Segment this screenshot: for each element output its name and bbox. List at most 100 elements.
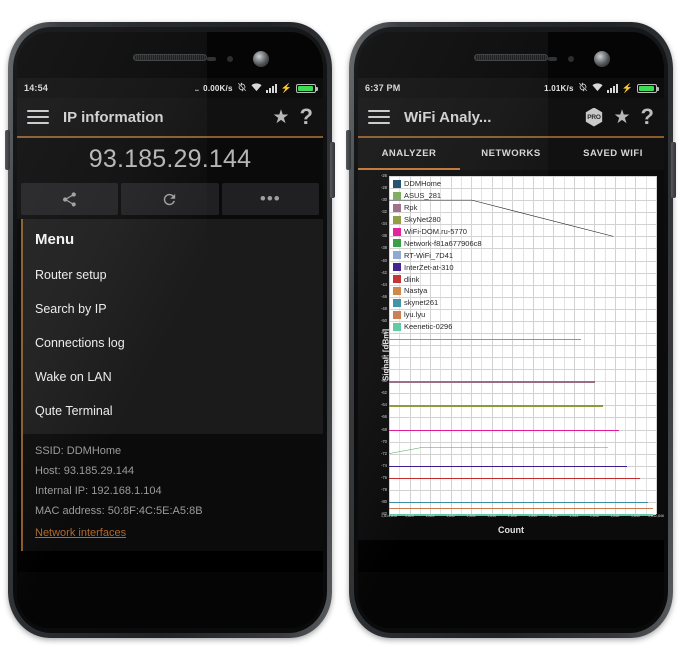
- legend-item[interactable]: skynet261: [393, 297, 482, 309]
- question-mark-icon[interactable]: ?: [300, 106, 313, 128]
- legend-item[interactable]: ASUS_281: [393, 190, 482, 202]
- left-status-bar: 14:54 ... 0.00K/s ⚡: [17, 78, 323, 98]
- series-line: [389, 448, 608, 454]
- star-icon[interactable]: ★: [273, 108, 290, 127]
- question-mark-icon[interactable]: ?: [641, 106, 654, 128]
- tab-analyzer[interactable]: ANALYZER: [358, 138, 460, 170]
- y-tick-label: -78: [380, 486, 387, 492]
- hamburger-menu-icon[interactable]: [368, 110, 390, 124]
- menu-item-connections-log[interactable]: Connections log: [23, 326, 323, 360]
- refresh-button[interactable]: [121, 183, 219, 215]
- legend-color-swatch: [393, 251, 401, 260]
- y-tick-label: -46: [380, 293, 387, 299]
- legend-item[interactable]: Rpk: [393, 202, 482, 214]
- right-phone-device: 6:37 PM 1.01K/s ⚡ WiFi Analy... PRO ★ ? …: [346, 22, 676, 638]
- legend-label: SkyNet280: [404, 215, 441, 225]
- y-tick-label: -64: [380, 402, 387, 408]
- menu-item-search-by-ip[interactable]: Search by IP: [23, 292, 323, 326]
- network-rate-label: 0.00K/s: [203, 83, 233, 93]
- y-tick-label: -42: [380, 269, 387, 275]
- x-tick-label: 1,842,846: [648, 514, 664, 518]
- y-tick-label: -68: [380, 426, 387, 432]
- pro-badge-icon[interactable]: PRO: [585, 107, 604, 127]
- legend-label: Rpk: [404, 203, 418, 213]
- charging-bolt-icon: ⚡: [280, 82, 292, 93]
- legend-item[interactable]: InterZet-at-310: [393, 261, 482, 273]
- legend-label: lyu.lyu: [404, 310, 426, 320]
- y-tick-label: -70: [380, 438, 387, 444]
- y-tick-label: -32: [380, 209, 387, 215]
- legend-item[interactable]: RT-WiFi_7D41: [393, 249, 482, 261]
- info-mac-address: MAC address: 50:8F:4C:5E:A5:8B: [35, 505, 203, 517]
- volume-button[interactable]: [5, 130, 10, 170]
- left-screen-content: 14:54 ... 0.00K/s ⚡ IP information ★ ? 9…: [17, 78, 323, 572]
- share-button[interactable]: [21, 183, 119, 215]
- y-tick-label: -38: [380, 245, 387, 251]
- legend-label: Nastya: [404, 286, 428, 296]
- x-tick-label: 1,842: [548, 514, 558, 518]
- x-tick-label: 1,840: [528, 514, 538, 518]
- screenshot-canvas: 14:54 ... 0.00K/s ⚡ IP information ★ ? 9…: [0, 0, 682, 664]
- battery-icon: [637, 83, 659, 93]
- y-tick-label: -54: [380, 341, 387, 347]
- legend-item[interactable]: dlink: [393, 273, 482, 285]
- sync-disabled-icon: [237, 82, 247, 94]
- x-tick-label: 1,844: [569, 514, 579, 518]
- star-icon[interactable]: ★: [614, 108, 631, 127]
- left-phone-device: 14:54 ... 0.00K/s ⚡ IP information ★ ? 9…: [5, 22, 335, 638]
- chart-legend: DDMHome ASUS_281 Rpk SkyNet280 WiFi-DOM.ru-5…: [393, 178, 482, 333]
- more-button[interactable]: •••: [221, 183, 319, 215]
- legend-item[interactable]: Keenetic-0296: [393, 321, 482, 333]
- power-button[interactable]: [330, 142, 335, 198]
- chart-plot-area: DDMHome ASUS_281 Rpk SkyNet280 WiFi-DOM.ru-5…: [381, 173, 664, 517]
- menu-heading: Menu: [35, 231, 75, 248]
- right-action-bar: WiFi Analy... PRO ★ ?: [358, 98, 664, 138]
- x-tick-label: 1,836: [487, 514, 497, 518]
- y-tick-label: -40: [380, 257, 387, 263]
- legend-color-swatch: [393, 298, 401, 307]
- legend-label: Keenetic-0296: [404, 322, 453, 332]
- y-tick-label: -26: [380, 172, 387, 178]
- power-button[interactable]: [671, 142, 676, 198]
- wifi-icon: [251, 82, 262, 94]
- right-screen-content: 6:37 PM 1.01K/s ⚡ WiFi Analy... PRO ★ ? …: [358, 78, 664, 572]
- pro-badge-label: PRO: [585, 107, 603, 127]
- tab-saved-wifi[interactable]: SAVED WIFI: [562, 138, 664, 170]
- info-host: Host: 93.185.29.144: [35, 465, 135, 477]
- tab-networks[interactable]: NETWORKS: [460, 138, 562, 170]
- y-tick-label: -36: [380, 233, 387, 239]
- menu-item-router-setup[interactable]: Router setup: [23, 258, 323, 292]
- info-ssid: SSID: DDMHome: [35, 445, 122, 457]
- menu-item-wake-on-lan[interactable]: Wake on LAN: [23, 360, 323, 394]
- x-tick-label: 1,848: [610, 514, 620, 518]
- menu-item-qute-terminal[interactable]: Qute Terminal: [23, 394, 323, 428]
- legend-label: skynet261: [404, 298, 439, 308]
- signal-bars-icon: [606, 83, 618, 93]
- legend-item[interactable]: SkyNet280: [393, 214, 482, 226]
- legend-color-swatch: [393, 227, 401, 236]
- legend-item[interactable]: Nastya: [393, 285, 482, 297]
- y-tick-label: -30: [380, 197, 387, 203]
- wifi-icon: [592, 82, 603, 94]
- legend-color-swatch: [393, 215, 401, 224]
- phone-screen-glass: 6:37 PM 1.01K/s ⚡ WiFi Analy... PRO ★ ? …: [358, 32, 664, 628]
- network-interfaces-link[interactable]: Network interfaces: [35, 521, 126, 539]
- legend-item[interactable]: lyu.lyu: [393, 309, 482, 321]
- legend-color-swatch: [393, 203, 401, 212]
- legend-item[interactable]: DDMHome: [393, 178, 482, 190]
- legend-label: InterZet-at-310: [404, 262, 454, 272]
- y-tick-label: -50: [380, 317, 387, 323]
- legend-item[interactable]: WiFi-DOM.ru-5770: [393, 226, 482, 238]
- y-tick-label: -74: [380, 462, 387, 468]
- volume-button[interactable]: [346, 130, 351, 170]
- hamburger-menu-icon[interactable]: [27, 110, 49, 124]
- y-tick-label: -72: [380, 450, 387, 456]
- signal-bars-icon: [265, 83, 277, 93]
- legend-label: DDMHome: [404, 179, 442, 189]
- x-tick-label: 1,846: [589, 514, 599, 518]
- side-menu-panel: Menu Router setup Search by IP Connectio…: [21, 219, 323, 434]
- legend-item[interactable]: Network-f81a677906c8: [393, 237, 482, 249]
- right-status-bar: 6:37 PM 1.01K/s ⚡: [358, 78, 664, 98]
- ip-address-value: 93.185.29.144: [17, 138, 323, 183]
- proximity-sensor-icon: [547, 57, 557, 61]
